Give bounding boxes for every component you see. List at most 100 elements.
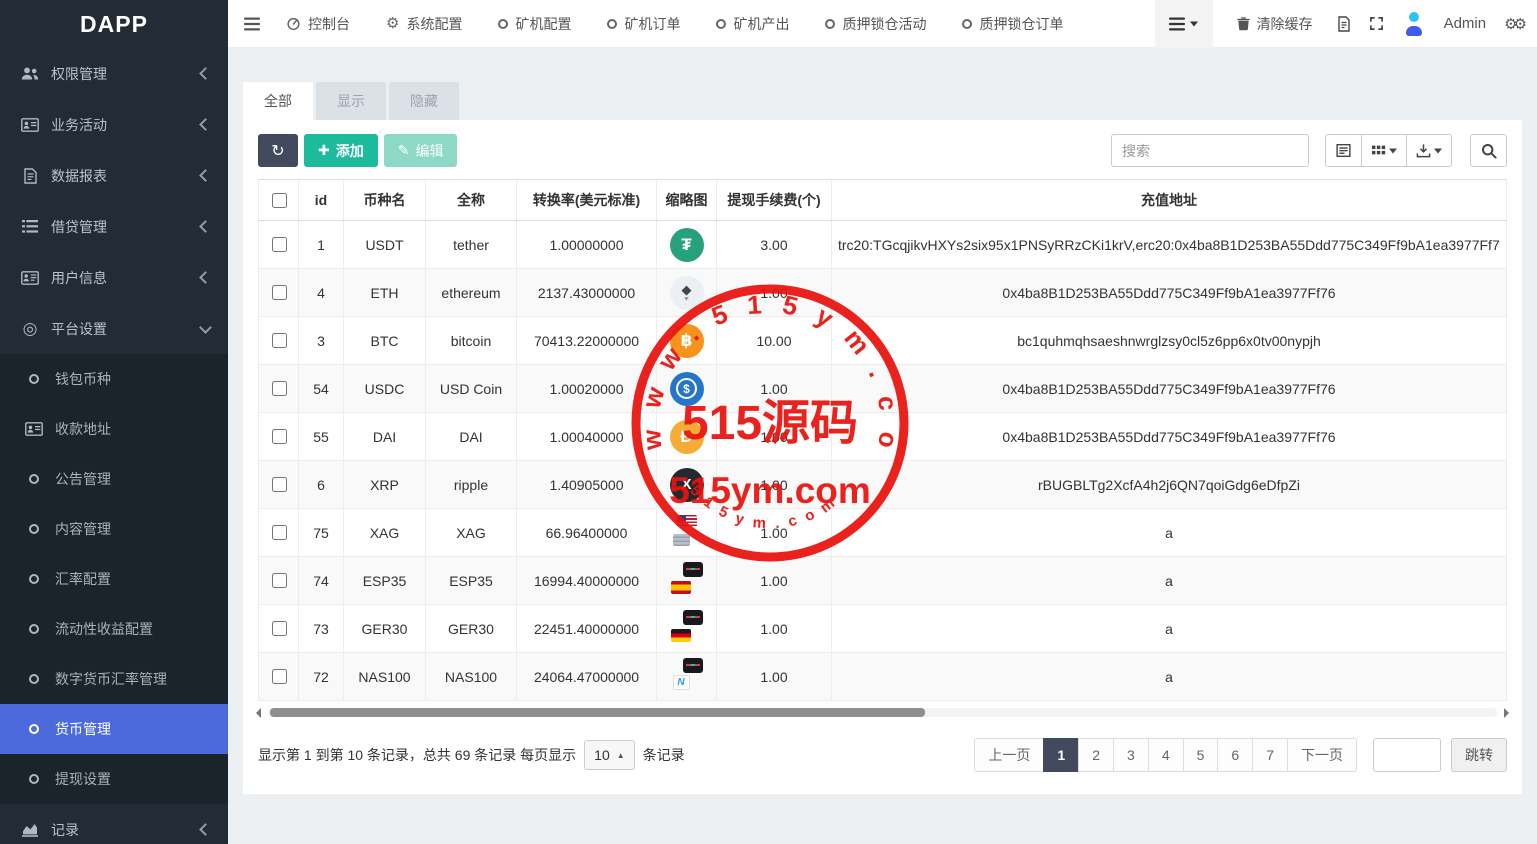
- scrollbar-thumb[interactable]: [270, 708, 925, 717]
- topnav-item-2[interactable]: 矿机配置: [498, 14, 571, 34]
- sidebar-subitem-6[interactable]: 数字货币汇率管理: [0, 654, 228, 704]
- sidebar-item-5[interactable]: ◎平台设置: [0, 303, 228, 354]
- cell-name: ESP35: [426, 557, 517, 605]
- page-jump-input[interactable]: [1373, 738, 1441, 772]
- cell-name: XAG: [426, 509, 517, 557]
- chart-icon: [20, 823, 40, 837]
- sidebar: DAPP 权限管理业务活动数据报表借贷管理用户信息◎平台设置 钱包币种收款地址公…: [0, 0, 228, 844]
- file-icon: [20, 168, 40, 184]
- records-info-suffix: 条记录: [643, 745, 685, 765]
- page-button-2[interactable]: 2: [1078, 738, 1114, 772]
- sidebar-item-records[interactable]: 记录: [0, 804, 228, 844]
- nav-list-dropdown-button[interactable]: [1155, 0, 1213, 48]
- cell-symbol: NAS100: [344, 653, 426, 701]
- topnav-item-1[interactable]: ⚙系统配置: [386, 14, 462, 34]
- settings-gears-icon[interactable]: ⚙⚙: [1504, 15, 1523, 33]
- row-checkbox[interactable]: [272, 381, 287, 396]
- clear-cache-button[interactable]: 清除缓存: [1231, 13, 1319, 35]
- row-checkbox[interactable]: [272, 525, 287, 540]
- sidebar-subitem-1[interactable]: 收款地址: [0, 404, 228, 454]
- search-button[interactable]: [1470, 134, 1507, 167]
- sidebar-item-1[interactable]: 业务活动: [0, 99, 228, 150]
- sidebar-item-4[interactable]: 用户信息: [0, 252, 228, 303]
- page-jump-button[interactable]: 跳转: [1451, 738, 1507, 772]
- tab-2[interactable]: 隐藏: [389, 82, 459, 120]
- next-page-button[interactable]: 下一页: [1287, 738, 1357, 772]
- sidebar-subitem-4[interactable]: 汇率配置: [0, 554, 228, 604]
- topnav-item-4[interactable]: 矿机产出: [716, 14, 789, 34]
- table-row[interactable]: 74ESP35ESP3516994.400000001.00a: [259, 557, 1507, 605]
- sidebar-subitem-7[interactable]: 货币管理: [0, 704, 228, 754]
- columns-dropdown-button[interactable]: [1361, 134, 1407, 167]
- sidebar-subitem-0[interactable]: 钱包币种: [0, 354, 228, 404]
- page-button-7[interactable]: 7: [1252, 738, 1288, 772]
- select-all-checkbox[interactable]: [272, 193, 287, 208]
- sidebar-toggle-icon[interactable]: [244, 17, 260, 31]
- detail-view-button[interactable]: [1325, 134, 1362, 167]
- table-row[interactable]: 55DAIDAI1.00040000Đ1.000x4ba8B1D253BA55D…: [259, 413, 1507, 461]
- topnav-item-5[interactable]: 质押锁仓活动: [825, 14, 926, 34]
- page-button-3[interactable]: 3: [1113, 738, 1149, 772]
- table-row[interactable]: 3BTCbitcoin70413.22000000฿10.00bc1quhmqh…: [259, 317, 1507, 365]
- page-button-6[interactable]: 6: [1217, 738, 1253, 772]
- refresh-button[interactable]: ↻: [258, 134, 298, 167]
- page-button-4[interactable]: 4: [1148, 738, 1184, 772]
- sidebar-subitem-3[interactable]: 内容管理: [0, 504, 228, 554]
- sidebar-subitem-5[interactable]: 流动性收益配置: [0, 604, 228, 654]
- table-row[interactable]: 4ETHethereum2137.43000000◆▼1.000x4ba8B1D…: [259, 269, 1507, 317]
- edit-button[interactable]: ✎ 编辑: [384, 134, 458, 167]
- cell-address: 0x4ba8B1D253BA55Ddd775C349Ff9bA1ea3977Ff…: [832, 365, 1507, 413]
- caret-down-icon: [1434, 148, 1442, 154]
- row-checkbox[interactable]: [272, 573, 287, 588]
- vcard-icon: [20, 271, 40, 285]
- row-checkbox[interactable]: [272, 237, 287, 252]
- table-row[interactable]: 6XRPripple1.40905000X1.00rBUGBLTg2XcfA4h…: [259, 461, 1507, 509]
- sidebar-subitem-2[interactable]: 公告管理: [0, 454, 228, 504]
- sidebar-item-2[interactable]: 数据报表: [0, 150, 228, 201]
- avatar[interactable]: [1402, 12, 1426, 36]
- topnav-item-0[interactable]: 控制台: [286, 14, 350, 34]
- tether-icon: ₮: [670, 228, 704, 262]
- topnav-item-3[interactable]: 矿机订单: [607, 14, 680, 34]
- sidebar-item-0[interactable]: 权限管理: [0, 48, 228, 99]
- row-checkbox[interactable]: [272, 333, 287, 348]
- cell-symbol: ESP35: [344, 557, 426, 605]
- table-row[interactable]: 54USDCUSD Coin1.00020000$1.000x4ba8B1D25…: [259, 365, 1507, 413]
- page-size-select[interactable]: 10 ▲: [584, 740, 635, 770]
- sidebar-item-3[interactable]: 借贷管理: [0, 201, 228, 252]
- row-checkbox[interactable]: [272, 285, 287, 300]
- horizontal-scrollbar: [258, 708, 1507, 718]
- tab-0[interactable]: 全部: [243, 82, 313, 120]
- fullscreen-icon[interactable]: [1369, 16, 1384, 31]
- row-checkbox[interactable]: [272, 621, 287, 636]
- table-row[interactable]: 1USDTtether1.00000000₮3.00trc20:TGcqjikv…: [259, 221, 1507, 269]
- cell-id: 3: [299, 317, 344, 365]
- row-checkbox[interactable]: [272, 477, 287, 492]
- row-checkbox[interactable]: [272, 669, 287, 684]
- users-icon: [20, 66, 40, 81]
- prev-page-button[interactable]: 上一页: [974, 738, 1044, 772]
- scroll-left-icon[interactable]: [256, 708, 261, 718]
- log-file-icon[interactable]: [1337, 16, 1351, 32]
- chevron-left-icon: [199, 823, 212, 836]
- table-row[interactable]: 73GER30GER3022451.400000001.00a: [259, 605, 1507, 653]
- tab-1[interactable]: 显示: [316, 82, 386, 120]
- sidebar-subitem-8[interactable]: 提现设置: [0, 754, 228, 804]
- page-button-5[interactable]: 5: [1183, 738, 1219, 772]
- search-input[interactable]: [1111, 134, 1309, 167]
- table-row[interactable]: 72NAS100NAS10024064.47000000N1.00a: [259, 653, 1507, 701]
- add-button[interactable]: ✚ 添加: [304, 134, 378, 167]
- topnav-item-6[interactable]: 质押锁仓订单: [962, 14, 1063, 34]
- cell-id: 1: [299, 221, 344, 269]
- export-dropdown-button[interactable]: [1406, 134, 1452, 167]
- cell-symbol: GER30: [344, 605, 426, 653]
- cell-rate: 24064.47000000: [517, 653, 657, 701]
- table-row[interactable]: 75XAGXAG66.964000001.00a: [259, 509, 1507, 557]
- table-card: ↻ ✚ 添加 ✎ 编辑: [243, 120, 1522, 794]
- scroll-right-icon[interactable]: [1504, 708, 1509, 718]
- cell-address: 0x4ba8B1D253BA55Ddd775C349Ff9bA1ea3977Ff…: [832, 269, 1507, 317]
- row-checkbox[interactable]: [272, 429, 287, 444]
- page-button-1[interactable]: 1: [1043, 738, 1079, 772]
- chevron-left-icon: [199, 271, 212, 284]
- cell-fee: 1.00: [717, 413, 832, 461]
